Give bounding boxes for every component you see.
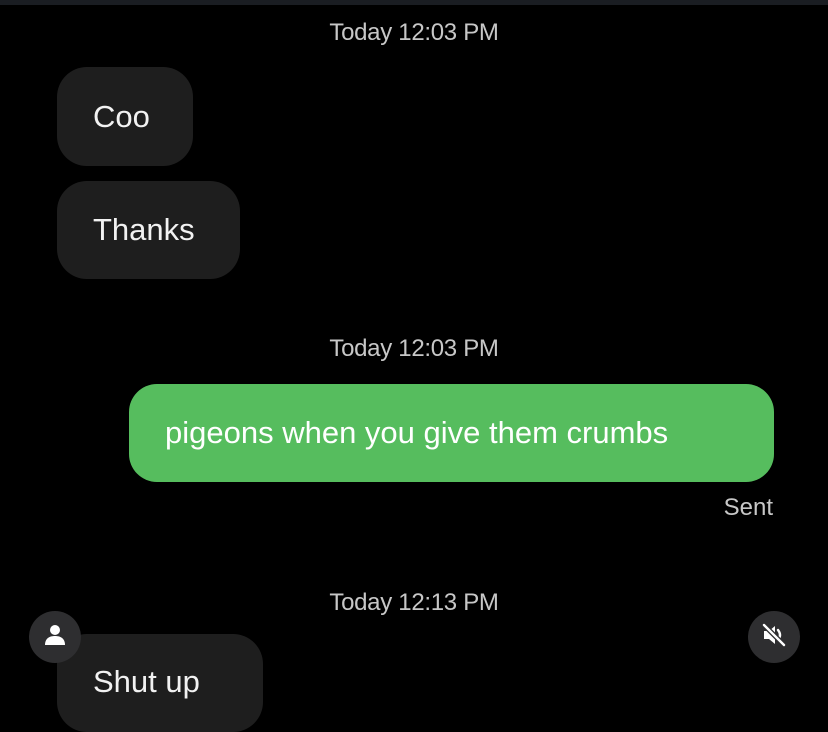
timestamp-1: Today 12:03 PM xyxy=(329,19,499,46)
top-edge-strip xyxy=(0,0,828,5)
outgoing-message[interactable]: pigeons when you give them crumbs xyxy=(129,384,774,482)
delivery-status: Sent xyxy=(723,494,773,521)
volume-muted-icon xyxy=(760,621,788,654)
person-icon xyxy=(42,622,68,653)
message-text: Shut up xyxy=(93,664,200,699)
message-text: Thanks xyxy=(93,212,195,247)
timestamp-3: Today 12:13 PM xyxy=(329,589,499,616)
incoming-message-thanks[interactable]: Thanks xyxy=(57,181,240,279)
incoming-message-shut-up[interactable]: Shut up xyxy=(57,634,263,732)
incoming-message-coo[interactable]: Coo xyxy=(57,67,193,166)
message-text: Coo xyxy=(93,98,150,134)
profile-button[interactable] xyxy=(29,611,81,663)
message-text: pigeons when you give them crumbs xyxy=(165,415,669,450)
timestamp-2: Today 12:03 PM xyxy=(329,335,499,362)
mute-toggle-button[interactable] xyxy=(748,611,800,663)
